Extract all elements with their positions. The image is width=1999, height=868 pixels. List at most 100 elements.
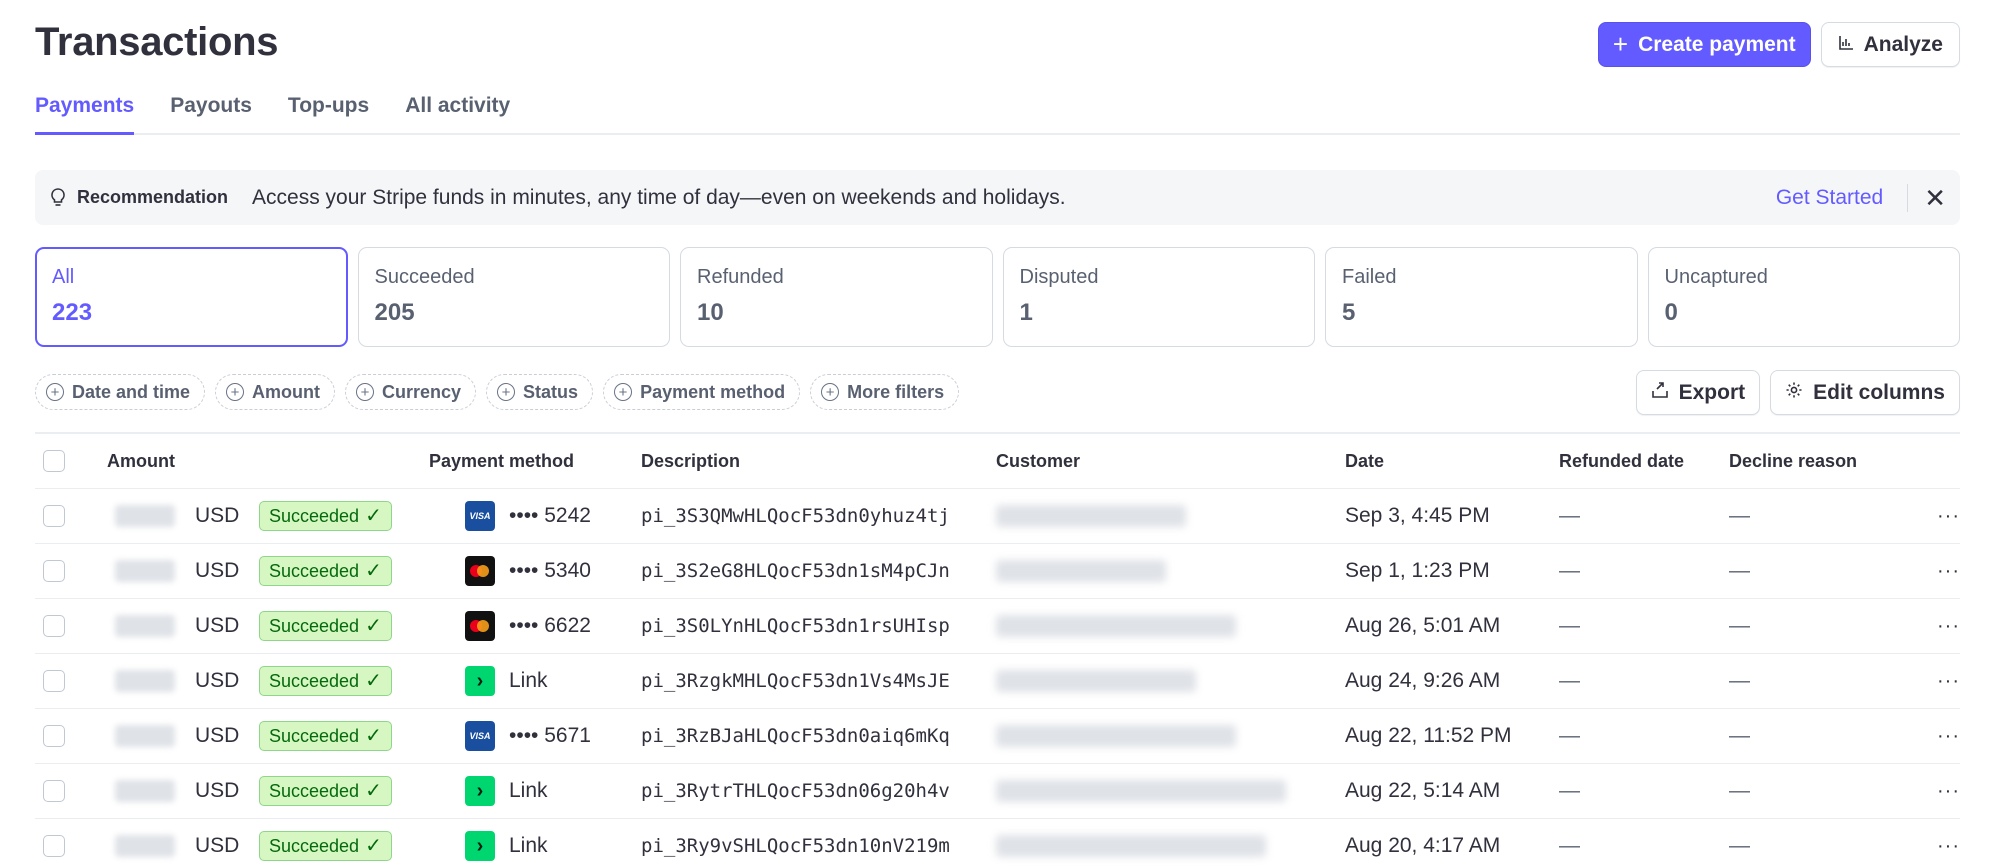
filter-payment-method[interactable]: + Payment method — [603, 374, 801, 410]
status-text: Succeeded — [269, 670, 360, 691]
filter-label: Date and time — [72, 381, 191, 402]
status-card-failed[interactable]: Failed 5 — [1325, 247, 1638, 347]
payment-description: pi_3S2eG8HLQocF53dn1sM4pCJn — [641, 560, 950, 582]
create-payment-button[interactable]: + Create payment — [1597, 22, 1811, 67]
gear-icon — [1785, 381, 1803, 405]
column-header-customer[interactable]: Customer — [996, 451, 1345, 472]
redacted-amount — [115, 560, 175, 582]
table-row[interactable]: USD Succeeded ✓ VISA •••• 5671 pi_3RzBJaHLQoc… — [35, 709, 1960, 764]
table-row[interactable]: USD Succeeded ✓ › Link pi_3RytrTHLQocF53dn06g… — [35, 764, 1960, 819]
filter-status[interactable]: + Status — [486, 374, 594, 410]
analyze-button[interactable]: Analyze — [1820, 22, 1960, 67]
tab-payouts[interactable]: Payouts — [170, 88, 252, 135]
visa-card-icon: VISA — [465, 721, 495, 751]
payment-method-text: •••• 5242 — [509, 504, 591, 527]
status-badge: Succeeded ✓ — [259, 556, 392, 586]
check-icon: ✓ — [365, 505, 382, 527]
status-text: Succeeded — [269, 560, 360, 581]
mastercard-icon — [465, 611, 495, 641]
table-row[interactable]: USD Succeeded ✓ VISA •••• 5242 pi_3S3QMwHLQoc… — [35, 489, 1960, 544]
table-row[interactable]: USD Succeeded ✓ •••• 6622 pi_3S0LYnHLQocF53d… — [35, 599, 1960, 654]
status-badge: Succeeded ✓ — [259, 501, 392, 531]
payment-description: pi_3RytrTHLQocF53dn06g20h4v — [641, 780, 950, 802]
add-filter-icon: + — [46, 383, 64, 401]
row-checkbox[interactable] — [43, 560, 65, 582]
row-checkbox[interactable] — [43, 505, 65, 527]
redacted-customer — [996, 835, 1266, 857]
filter-more-filters[interactable]: + More filters — [810, 374, 960, 410]
tab-all-activity[interactable]: All activity — [405, 88, 510, 135]
row-checkbox[interactable] — [43, 725, 65, 747]
more-actions-icon[interactable]: ··· — [1919, 670, 1960, 693]
filter-amount[interactable]: + Amount — [215, 374, 336, 410]
select-all-checkbox[interactable] — [43, 450, 65, 472]
tab-payments[interactable]: Payments — [35, 88, 135, 135]
check-icon: ✓ — [365, 780, 382, 802]
status-card-disputed[interactable]: Disputed 1 — [1002, 247, 1315, 347]
status-card-refunded[interactable]: Refunded 10 — [680, 247, 993, 347]
status-card-count: 10 — [697, 299, 724, 326]
column-header-date[interactable]: Date — [1345, 451, 1559, 472]
redacted-amount — [115, 780, 175, 802]
currency: USD — [195, 614, 240, 637]
get-started-link[interactable]: Get Started — [1776, 186, 1883, 210]
status-text: Succeeded — [269, 725, 360, 746]
more-actions-icon[interactable]: ··· — [1919, 835, 1960, 858]
row-checkbox[interactable] — [43, 670, 65, 692]
edit-columns-button[interactable]: Edit columns — [1770, 370, 1960, 415]
decline-reason: — — [1729, 779, 1750, 802]
check-icon: ✓ — [365, 835, 382, 857]
refunded-date: — — [1559, 614, 1580, 637]
column-header-description[interactable]: Description — [641, 451, 996, 472]
close-icon[interactable]: ✕ — [1924, 185, 1946, 211]
link-payment-icon: › — [465, 666, 495, 696]
row-checkbox[interactable] — [43, 835, 65, 857]
plus-icon: + — [1612, 28, 1629, 59]
column-header-decline-reason[interactable]: Decline reason — [1729, 451, 1919, 472]
payment-date: Aug 20, 4:17 AM — [1345, 834, 1501, 857]
redacted-amount — [115, 670, 175, 692]
more-actions-icon[interactable]: ··· — [1919, 725, 1960, 748]
column-header-payment-method[interactable]: Payment method — [429, 451, 641, 472]
redacted-amount — [115, 725, 175, 747]
row-checkbox[interactable] — [43, 780, 65, 802]
status-text: Succeeded — [269, 505, 360, 526]
payment-method-text: Link — [509, 834, 548, 857]
refunded-date: — — [1559, 504, 1580, 527]
mastercard-icon — [465, 556, 495, 586]
transactions-page: Transactions + Create payment Analyze Pa… — [35, 0, 1960, 868]
redacted-amount — [115, 615, 175, 637]
row-checkbox[interactable] — [43, 615, 65, 637]
table-row[interactable]: USD Succeeded ✓ •••• 5340 pi_3S2eG8HLQocF53d… — [35, 544, 1960, 599]
status-badge: Succeeded ✓ — [259, 721, 392, 751]
redacted-customer — [996, 505, 1186, 527]
status-card-label: Succeeded — [374, 266, 475, 288]
status-card-all[interactable]: All 223 — [35, 247, 348, 347]
more-actions-icon[interactable]: ··· — [1919, 505, 1960, 528]
more-actions-icon[interactable]: ··· — [1919, 560, 1960, 583]
currency: USD — [195, 834, 240, 857]
table-row[interactable]: USD Succeeded ✓ › Link pi_3Ry9vSHLQocF53dn10n… — [35, 819, 1960, 868]
add-filter-icon: + — [226, 383, 245, 401]
filter-currency[interactable]: + Currency — [345, 374, 477, 410]
payment-date: Aug 26, 5:01 AM — [1345, 614, 1501, 637]
check-icon: ✓ — [365, 725, 382, 747]
column-header-amount[interactable]: Amount — [107, 451, 429, 472]
export-label: Export — [1678, 380, 1746, 404]
tab-top-ups[interactable]: Top-ups — [288, 88, 369, 135]
export-button[interactable]: Export — [1635, 370, 1761, 415]
status-filter-cards: All 223 Succeeded 205 Refunded 10 Disput… — [35, 247, 1960, 347]
table-row[interactable]: USD Succeeded ✓ › Link pi_3RzgkMHLQocF53dn1Vs… — [35, 654, 1960, 709]
redacted-amount — [115, 835, 175, 857]
status-card-succeeded[interactable]: Succeeded 205 — [357, 247, 670, 347]
payment-description: pi_3Ry9vSHLQocF53dn10nV219m — [641, 835, 950, 857]
status-badge: Succeeded ✓ — [259, 611, 392, 641]
check-icon: ✓ — [365, 670, 382, 692]
filter-date-and-time[interactable]: + Date and time — [35, 374, 206, 410]
header-actions: + Create payment Analyze — [1597, 22, 1960, 67]
column-header-refunded-date[interactable]: Refunded date — [1559, 451, 1729, 472]
status-card-label: Refunded — [697, 266, 784, 288]
status-card-uncaptured[interactable]: Uncaptured 0 — [1647, 247, 1960, 347]
more-actions-icon[interactable]: ··· — [1919, 780, 1960, 803]
more-actions-icon[interactable]: ··· — [1919, 615, 1960, 638]
